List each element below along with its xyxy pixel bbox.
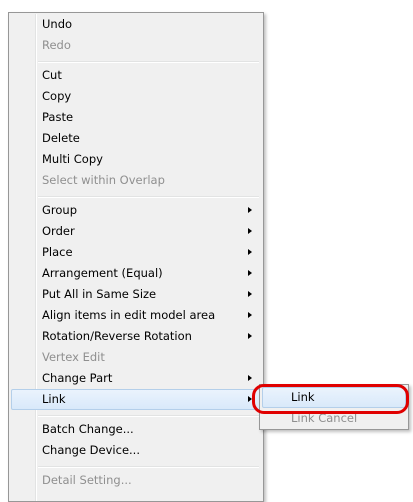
menu-item-arrangement-equal[interactable]: Arrangement (Equal) xyxy=(11,263,261,284)
submenu-item-label: Link xyxy=(291,390,315,404)
submenu-arrow-icon xyxy=(248,228,252,234)
menu-item-paste[interactable]: Paste xyxy=(11,107,261,128)
submenu-arrow-icon xyxy=(248,291,252,297)
menu-item-label: Copy xyxy=(42,89,72,103)
menu-item-cut[interactable]: Cut xyxy=(11,65,261,86)
menu-item-change-part[interactable]: Change Part xyxy=(11,368,261,389)
menu-item-label: Vertex Edit xyxy=(42,350,105,364)
menu-item-batch-change[interactable]: Batch Change... xyxy=(11,419,261,440)
menu-item-change-device[interactable]: Change Device... xyxy=(11,440,261,461)
menu-item-label: Delete xyxy=(42,131,80,145)
menu-item-label: Align items in edit model area xyxy=(42,308,216,322)
menu-separator xyxy=(38,466,259,468)
submenu-arrow-icon xyxy=(248,249,252,255)
context-menu: Undo Redo Cut Copy Paste Delete Multi Co… xyxy=(8,12,264,502)
menu-item-label: Group xyxy=(42,203,78,217)
menu-item-label: Order xyxy=(42,224,75,238)
submenu-arrow-icon xyxy=(248,270,252,276)
menu-item-align-items[interactable]: Align items in edit model area xyxy=(11,305,261,326)
menu-item-label: Rotation/Reverse Rotation xyxy=(42,329,192,343)
submenu-item-link[interactable]: Link xyxy=(262,387,406,408)
menu-item-order[interactable]: Order xyxy=(11,221,261,242)
menu-item-label: Link xyxy=(42,392,66,406)
menu-item-label: Multi Copy xyxy=(42,152,103,166)
submenu-arrow-icon xyxy=(248,333,252,339)
submenu-arrow-icon xyxy=(248,312,252,318)
menu-item-label: Select within Overlap xyxy=(42,173,165,187)
menu-item-multi-copy[interactable]: Multi Copy xyxy=(11,149,261,170)
menu-item-link[interactable]: Link xyxy=(11,389,261,410)
menu-item-redo: Redo xyxy=(11,35,261,56)
menu-item-label: Put All in Same Size xyxy=(42,287,157,301)
menu-separator xyxy=(38,415,259,417)
submenu-arrow-icon xyxy=(248,396,252,402)
menu-item-undo[interactable]: Undo xyxy=(11,14,261,35)
submenu-item-link-cancel: Link Cancel xyxy=(262,408,406,429)
menu-item-label: Detail Setting... xyxy=(42,473,132,487)
menu-item-rotation[interactable]: Rotation/Reverse Rotation xyxy=(11,326,261,347)
submenu-arrow-icon xyxy=(248,375,252,381)
menu-item-label: Cut xyxy=(42,68,62,82)
menu-separator xyxy=(38,196,259,198)
menu-item-label: Arrangement (Equal) xyxy=(42,266,163,280)
menu-item-label: Paste xyxy=(42,110,74,124)
submenu-arrow-icon xyxy=(248,207,252,213)
menu-item-put-all-in-same-size[interactable]: Put All in Same Size xyxy=(11,284,261,305)
menu-item-delete[interactable]: Delete xyxy=(11,128,261,149)
menu-item-label: Place xyxy=(42,245,73,259)
menu-item-label: Batch Change... xyxy=(42,422,134,436)
menu-item-select-within-overlap: Select within Overlap xyxy=(11,170,261,191)
menu-item-copy[interactable]: Copy xyxy=(11,86,261,107)
menu-item-place[interactable]: Place xyxy=(11,242,261,263)
menu-item-label: Change Device... xyxy=(42,443,140,457)
menu-item-group[interactable]: Group xyxy=(11,200,261,221)
menu-item-label: Change Part xyxy=(42,371,113,385)
menu-item-label: Redo xyxy=(42,38,71,52)
menu-item-detail-setting: Detail Setting... xyxy=(11,470,261,491)
link-submenu: Link Link Cancel xyxy=(259,384,409,430)
menu-separator xyxy=(38,61,259,63)
menu-item-vertex-edit: Vertex Edit xyxy=(11,347,261,368)
submenu-item-label: Link Cancel xyxy=(291,411,358,425)
menu-item-label: Undo xyxy=(42,17,73,31)
